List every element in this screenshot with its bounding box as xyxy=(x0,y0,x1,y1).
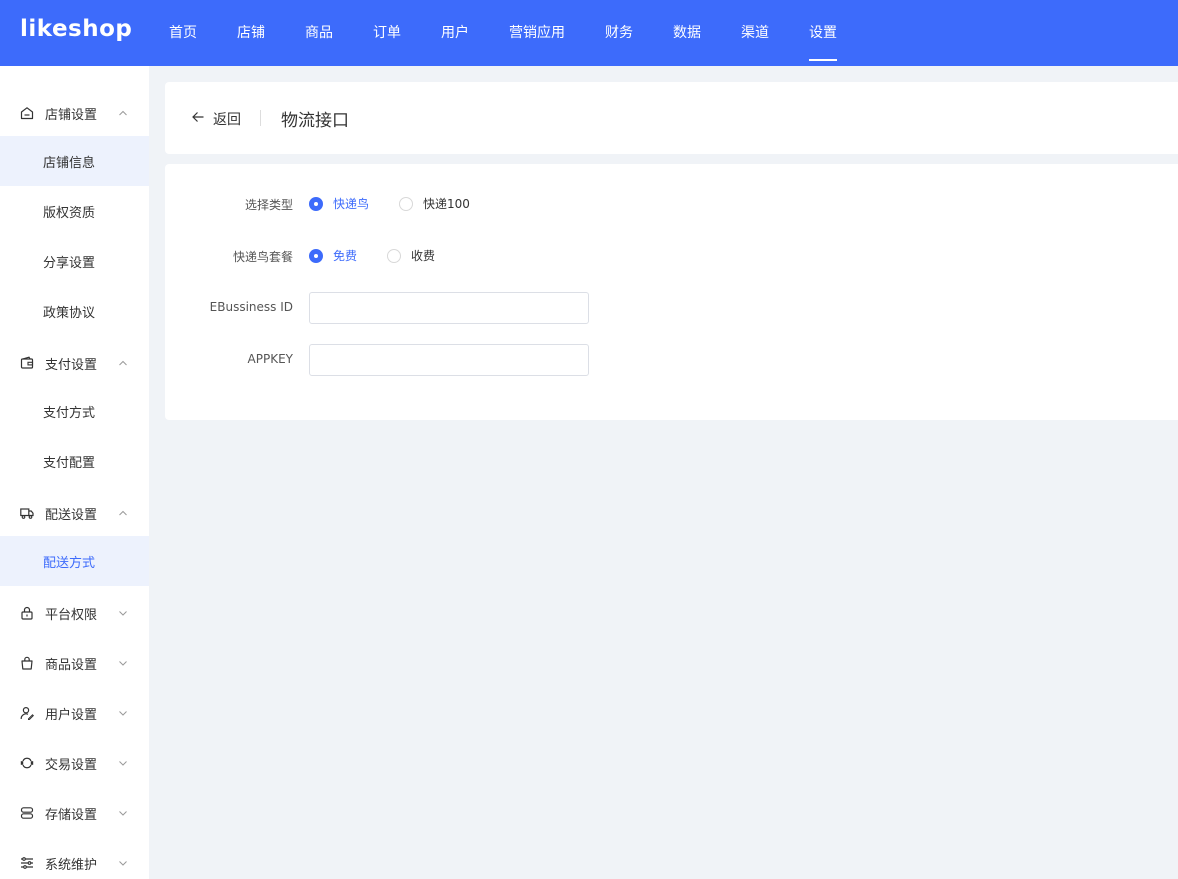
nav-item-home[interactable]: 首页 xyxy=(169,0,197,66)
nav-item-users[interactable]: 用户 xyxy=(441,0,469,66)
sidebar-item-policy[interactable]: 政策协议 xyxy=(0,286,149,336)
type-label: 选择类型 xyxy=(244,198,293,212)
nav-item-marketing[interactable]: 营销应用 xyxy=(509,0,565,66)
sidebar-item-payment-config[interactable]: 支付配置 xyxy=(0,436,149,486)
radio-label: 收费 xyxy=(411,249,436,263)
exchange-icon xyxy=(20,757,34,769)
nav-item-orders[interactable]: 订单 xyxy=(373,0,401,66)
chevron-down-icon xyxy=(119,711,127,716)
sidebar-item-label: 支付方式 xyxy=(43,406,96,421)
logo[interactable]: likeshop xyxy=(20,16,132,42)
sidebar-item-share-settings[interactable]: 分享设置 xyxy=(0,236,149,286)
sidebar-group-label: 平台权限 xyxy=(45,608,98,623)
nav-item-data[interactable]: 数据 xyxy=(673,0,701,66)
storage-icon xyxy=(20,807,34,819)
sidebar-group-user-settings[interactable]: 用户设置 xyxy=(0,688,149,738)
radio-label: 快递100 xyxy=(423,197,470,211)
chevron-down-icon xyxy=(119,811,127,816)
radio-label: 快递鸟 xyxy=(333,197,370,211)
logistics-form: 选择类型 快递鸟 快递100 快递鸟套餐 免费 收费 EBussiness ID… xyxy=(165,164,1178,420)
appkey-input[interactable] xyxy=(309,344,589,376)
wallet-icon xyxy=(20,356,34,369)
sidebar-item-copyright[interactable]: 版权资质 xyxy=(0,186,149,236)
nav-item-settings[interactable]: 设置 xyxy=(809,0,837,66)
appkey-label: APPKEY xyxy=(247,352,293,366)
sidebar-group-label: 用户设置 xyxy=(45,708,98,723)
chevron-down-icon xyxy=(119,761,127,766)
lock-icon xyxy=(21,606,33,620)
sidebar-group-label: 店铺设置 xyxy=(45,108,98,123)
shopping-bag-icon xyxy=(21,656,33,670)
chevron-down-icon xyxy=(119,861,127,866)
user-edit-icon xyxy=(20,706,34,720)
sidebar-item-label: 分享设置 xyxy=(43,256,96,271)
sidebar-group-label: 配送设置 xyxy=(45,508,98,523)
sidebar-item-label: 政策协议 xyxy=(43,306,96,321)
truck-icon xyxy=(20,508,34,519)
sidebar-group-system-maintenance[interactable]: 系统维护 xyxy=(0,838,149,879)
ebusiness-id-label: EBussiness ID xyxy=(209,300,293,314)
sidebar-group-trade-settings[interactable]: 交易设置 xyxy=(0,738,149,788)
chevron-down-icon xyxy=(119,661,127,666)
header-divider xyxy=(260,110,261,126)
sidebar: 店铺设置 店铺信息 版权资质 分享设置 政策协议 支付设置 支付方式 支付配置 xyxy=(0,66,149,879)
nav-item-channels[interactable]: 渠道 xyxy=(741,0,769,66)
radio-label: 免费 xyxy=(333,249,358,263)
settings-list-icon xyxy=(21,857,33,869)
sidebar-item-delivery-methods[interactable]: 配送方式 xyxy=(0,536,149,586)
radio-dot xyxy=(309,197,323,211)
chevron-up-icon xyxy=(119,510,127,516)
sidebar-item-label: 店铺信息 xyxy=(43,156,96,171)
page-title: 物流接口 xyxy=(281,111,349,131)
radio-dot xyxy=(309,249,323,263)
nav-item-store[interactable]: 店铺 xyxy=(237,0,265,66)
nav-item-finance[interactable]: 财务 xyxy=(605,0,633,66)
sidebar-group-label: 存储设置 xyxy=(45,808,98,823)
sidebar-item-label: 支付配置 xyxy=(43,456,96,471)
arrow-left-icon xyxy=(192,112,204,122)
sidebar-item-label: 版权资质 xyxy=(43,206,96,221)
sidebar-group-storage-settings[interactable]: 存储设置 xyxy=(0,788,149,838)
chevron-up-icon xyxy=(119,360,127,366)
sidebar-group-label: 商品设置 xyxy=(45,658,98,673)
ebusiness-id-input[interactable] xyxy=(309,292,589,324)
sidebar-group-delivery-settings[interactable]: 配送设置 xyxy=(0,488,149,538)
chevron-up-icon xyxy=(119,110,127,116)
sidebar-item-label: 配送方式 xyxy=(43,556,96,571)
sidebar-group-goods-settings[interactable]: 商品设置 xyxy=(0,638,149,688)
store-icon xyxy=(20,107,34,120)
back-label: 返回 xyxy=(213,112,241,128)
sidebar-group-payment-settings[interactable]: 支付设置 xyxy=(0,338,149,388)
chevron-down-icon xyxy=(119,611,127,616)
package-label: 快递鸟套餐 xyxy=(232,250,293,264)
top-navbar: likeshop 首页 店铺 商品 订单 用户 营销应用 财务 数据 渠道 设置 xyxy=(0,0,1178,66)
nav-item-goods[interactable]: 商品 xyxy=(305,0,333,66)
sidebar-item-payment-methods[interactable]: 支付方式 xyxy=(0,386,149,436)
page-header: 返回 物流接口 xyxy=(165,82,1178,154)
sidebar-group-label: 系统维护 xyxy=(45,858,98,873)
sidebar-group-label: 交易设置 xyxy=(45,758,98,773)
sidebar-group-store-settings[interactable]: 店铺设置 xyxy=(0,88,149,138)
sidebar-item-store-info[interactable]: 店铺信息 xyxy=(0,136,149,186)
sidebar-group-platform-permissions[interactable]: 平台权限 xyxy=(0,588,149,638)
sidebar-group-label: 支付设置 xyxy=(45,358,98,373)
radio-dot xyxy=(387,249,401,263)
radio-dot xyxy=(399,197,413,211)
